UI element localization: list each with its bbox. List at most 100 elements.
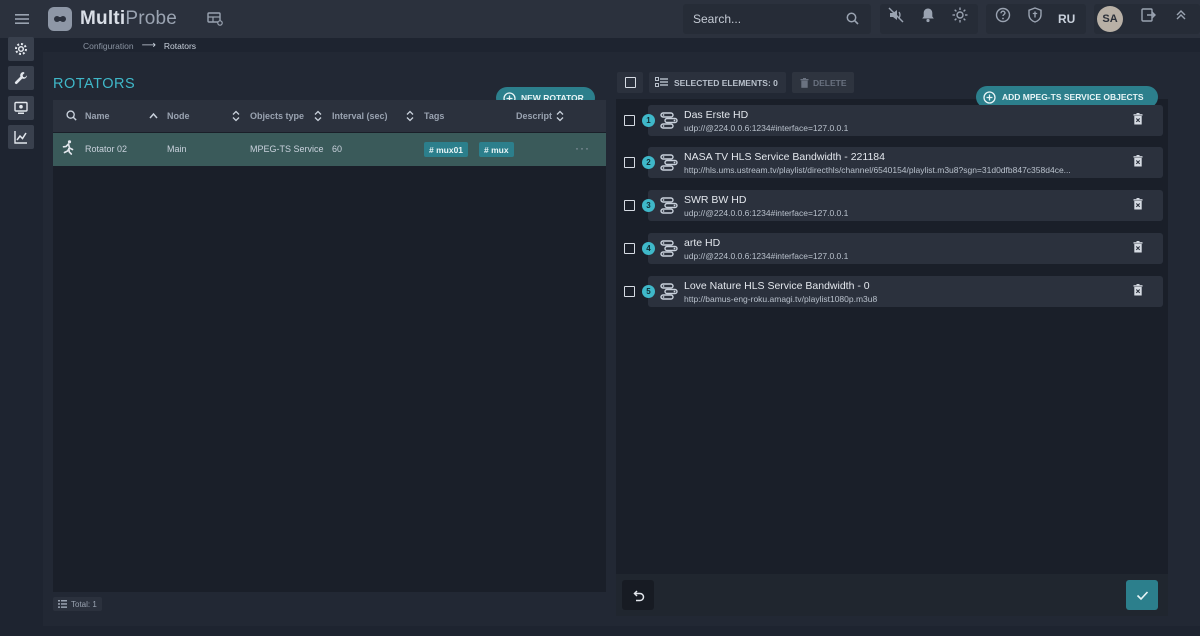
list-item[interactable]: 1 Das Erste HD udp://@224.0.0.6:1234#int… <box>642 105 1163 136</box>
list-item[interactable]: 4 arte HD udp://@224.0.0.6:1234#interfac… <box>642 233 1163 264</box>
search-icon[interactable] <box>846 12 859 25</box>
search-input[interactable] <box>683 4 843 34</box>
rotators-table-panel <box>53 100 606 592</box>
rail-settings-button[interactable] <box>8 37 34 61</box>
cell-name: Rotator 02 <box>85 144 128 154</box>
language-switch[interactable]: RU <box>1058 12 1075 26</box>
checklist-icon <box>655 77 668 87</box>
item-checkbox[interactable] <box>624 115 635 126</box>
select-all-checkbox[interactable] <box>617 72 643 93</box>
check-icon <box>1136 590 1149 601</box>
gear-icon <box>14 42 28 56</box>
rail-monitor-button[interactable] <box>8 96 34 120</box>
list-item[interactable]: 3 SWR BW HD udp://@224.0.0.6:1234#interf… <box>642 190 1163 221</box>
breadcrumb: Configuration ⟶ Rotators <box>83 40 196 51</box>
collapse-header-icon[interactable] <box>1173 7 1189 23</box>
page-title: ROTATORS <box>53 76 136 92</box>
item-checkbox[interactable] <box>624 200 635 211</box>
item-number: 2 <box>642 156 655 169</box>
cell-interval: 60 <box>332 144 343 154</box>
column-interval[interactable]: Interval (sec) <box>332 111 388 121</box>
breadcrumb-separator: ⟶ <box>141 40 156 51</box>
trash-icon[interactable] <box>1133 284 1143 296</box>
list-item[interactable]: 5 Love Nature HLS Service Bandwidth - 0 … <box>642 276 1163 307</box>
item-checkbox[interactable] <box>624 157 635 168</box>
sort-icon[interactable] <box>314 110 322 122</box>
table-row[interactable]: Rotator 02 Main MPEG-TS Service 60 # mux… <box>53 133 606 166</box>
wrench-icon <box>14 71 28 85</box>
trash-icon[interactable] <box>1133 155 1143 167</box>
menu-icon[interactable] <box>8 0 36 38</box>
trash-icon <box>800 77 809 88</box>
table-header: Name Node Objects type Interval (sec) Ta… <box>53 100 606 132</box>
item-title: arte HD <box>684 237 721 249</box>
row-more-icon[interactable]: ··· <box>575 141 590 155</box>
help-icon[interactable] <box>995 7 1011 23</box>
tag-badge[interactable]: # mux01 <box>424 142 469 157</box>
list-icon <box>58 600 67 608</box>
item-number: 4 <box>642 242 655 255</box>
total-count: Total: 1 <box>53 597 102 611</box>
item-number: 1 <box>642 114 655 127</box>
theme-sun-icon[interactable] <box>952 7 968 23</box>
item-url: http://hls.ums.ustream.tv/playlist/direc… <box>684 165 1071 175</box>
sort-icon[interactable] <box>406 110 414 122</box>
avatar[interactable]: SA <box>1097 6 1123 32</box>
rail-analytics-button[interactable] <box>8 125 34 149</box>
breadcrumb-rotators: Rotators <box>163 40 197 51</box>
trash-icon[interactable] <box>1133 241 1143 253</box>
sort-asc-icon[interactable] <box>149 112 158 119</box>
list-item[interactable]: 2 NASA TV HLS Service Bandwidth - 221184… <box>642 147 1163 178</box>
monitor-icon <box>14 101 28 115</box>
breadcrumb-configuration[interactable]: Configuration <box>83 41 134 51</box>
search-box <box>683 4 871 34</box>
service-icon <box>660 154 678 171</box>
logout-icon[interactable] <box>1140 7 1156 23</box>
cell-node: Main <box>167 144 187 154</box>
item-number: 3 <box>642 199 655 212</box>
service-icon <box>660 283 678 300</box>
mute-icon[interactable] <box>888 7 904 23</box>
trash-icon[interactable] <box>1133 198 1143 210</box>
app-name: MultiProbe <box>80 8 178 29</box>
running-icon <box>62 140 74 155</box>
undo-button[interactable] <box>622 580 654 610</box>
add-button-label: ADD MPEG-TS SERVICE OBJECTS <box>1002 92 1144 102</box>
column-description[interactable]: Descript <box>516 111 552 121</box>
undo-icon <box>632 589 645 602</box>
search-icon[interactable] <box>66 110 77 121</box>
item-title: Das Erste HD <box>684 109 749 121</box>
sort-icon[interactable] <box>556 110 564 122</box>
cell-objects-type: MPEG-TS Service <box>250 144 324 154</box>
delete-button[interactable]: DELETE <box>792 72 854 93</box>
sort-icon[interactable] <box>232 110 240 122</box>
item-url: http://bamus-eng-roku.amagi.tv/playlist1… <box>684 294 878 304</box>
item-url: udp://@224.0.0.6:1234#interface=127.0.0.… <box>684 208 849 218</box>
item-url: udp://@224.0.0.6:1234#interface=127.0.0.… <box>684 251 849 261</box>
logo-icon <box>48 7 72 31</box>
plus-circle-icon <box>983 90 996 104</box>
confirm-button[interactable] <box>1126 580 1158 610</box>
column-node[interactable]: Node <box>167 111 190 121</box>
service-icon <box>660 112 678 129</box>
column-name[interactable]: Name <box>85 111 110 121</box>
panel-footer <box>616 574 1168 616</box>
tag-badge[interactable]: # mux <box>479 142 514 157</box>
item-url: udp://@224.0.0.6:1234#interface=127.0.0.… <box>684 123 849 133</box>
shield-icon[interactable] <box>1027 7 1043 23</box>
column-objects-type[interactable]: Objects type <box>250 111 304 121</box>
selected-elements-button[interactable]: SELECTED ELEMENTS: 0 <box>649 72 786 93</box>
rail-tools-button[interactable] <box>8 66 34 90</box>
top-bar: MultiProbe RU SA <box>0 0 1200 38</box>
service-icon <box>660 197 678 214</box>
service-icon <box>660 240 678 257</box>
item-checkbox[interactable] <box>624 243 635 254</box>
trash-icon[interactable] <box>1133 113 1143 125</box>
item-title: NASA TV HLS Service Bandwidth - 221184 <box>684 151 885 163</box>
bell-icon[interactable] <box>920 7 936 23</box>
topology-icon[interactable] <box>204 0 226 38</box>
item-title: SWR BW HD <box>684 194 747 206</box>
column-tags[interactable]: Tags <box>424 111 444 121</box>
app-logo[interactable]: MultiProbe <box>48 7 177 31</box>
item-checkbox[interactable] <box>624 286 635 297</box>
